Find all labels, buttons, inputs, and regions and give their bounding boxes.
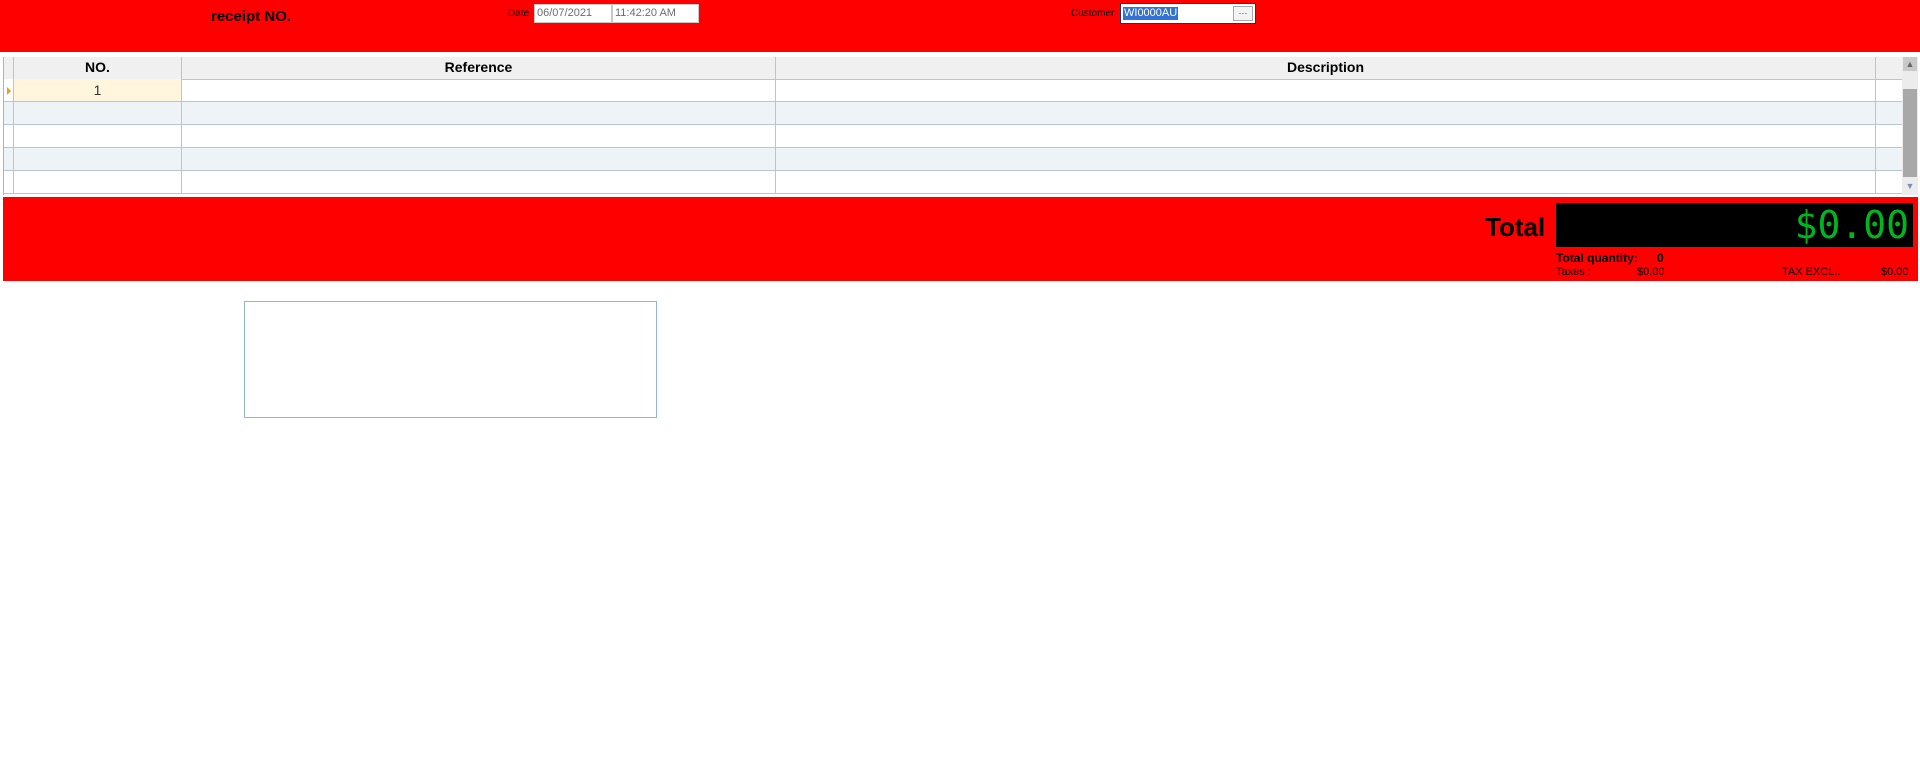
row-indicator[interactable]: [4, 125, 14, 148]
row-indicator[interactable]: [4, 148, 14, 171]
column-header-reference[interactable]: Reference: [182, 57, 776, 80]
total-quantity-value: 0: [1657, 251, 1664, 265]
cell-reference[interactable]: [182, 171, 776, 194]
table-row[interactable]: [4, 171, 1903, 194]
table-row[interactable]: 1: [4, 79, 1903, 102]
taxes-value: $0.00: [1637, 266, 1665, 278]
date-field[interactable]: 06/07/2021: [534, 4, 612, 23]
cell-no[interactable]: 1: [14, 79, 182, 102]
cell-description[interactable]: [776, 102, 1876, 125]
header-indicator-cell: [4, 57, 14, 80]
scroll-thumb[interactable]: [1903, 89, 1917, 177]
tax-excl-label: TAX EXCL.:: [1782, 266, 1841, 278]
cell-extra[interactable]: [1876, 102, 1903, 125]
grid-scrollbar[interactable]: ▲ ▼: [1902, 57, 1918, 195]
customer-label: Customer: [1071, 8, 1115, 19]
items-grid[interactable]: NO. Reference Description 1: [3, 57, 1903, 195]
table-row[interactable]: [4, 102, 1903, 125]
notes-box[interactable]: [244, 301, 657, 418]
cell-extra[interactable]: [1876, 125, 1903, 148]
cell-no[interactable]: [14, 148, 182, 171]
total-amount: $0.00: [1794, 203, 1909, 247]
cell-description[interactable]: [776, 171, 1876, 194]
cell-reference[interactable]: [182, 102, 776, 125]
total-display: $0.00: [1556, 203, 1913, 247]
grid-header-row: NO. Reference Description: [4, 57, 1903, 80]
total-quantity-label: Total quantity:: [1556, 251, 1638, 265]
customer-lookup-button[interactable]: ···: [1233, 6, 1253, 21]
cell-description[interactable]: [776, 79, 1876, 102]
receipt-number-label: receipt NO.: [211, 8, 292, 25]
column-header-description[interactable]: Description: [776, 57, 1876, 80]
time-field[interactable]: 11:42:20 AM: [612, 4, 699, 23]
cell-description[interactable]: [776, 148, 1876, 171]
tax-excl-value: $0.00: [1881, 266, 1909, 278]
customer-field[interactable]: WI0000AU ···: [1120, 3, 1256, 24]
date-label: Date: [508, 8, 530, 19]
column-header-no[interactable]: NO.: [14, 57, 182, 80]
cell-no[interactable]: [14, 102, 182, 125]
cell-extra[interactable]: [1876, 171, 1903, 194]
customer-value[interactable]: WI0000AU: [1123, 7, 1179, 20]
cell-no[interactable]: [14, 171, 182, 194]
scroll-up-arrow-icon[interactable]: ▲: [1903, 57, 1917, 71]
total-label: Total: [1485, 212, 1546, 242]
cell-reference[interactable]: [182, 125, 776, 148]
scroll-down-arrow-icon[interactable]: ▼: [1903, 179, 1917, 193]
table-row[interactable]: [4, 125, 1903, 148]
row-indicator[interactable]: [4, 171, 14, 194]
row-indicator[interactable]: [4, 102, 14, 125]
row-indicator[interactable]: [4, 79, 14, 102]
cell-reference[interactable]: [182, 148, 776, 171]
column-header-extra: [1876, 57, 1903, 80]
cell-no[interactable]: [14, 125, 182, 148]
taxes-label: Taxes :: [1556, 266, 1591, 278]
current-row-arrow-icon: [7, 87, 11, 95]
cell-extra[interactable]: [1876, 148, 1903, 171]
table-row[interactable]: [4, 148, 1903, 171]
cell-extra[interactable]: [1876, 79, 1903, 102]
cell-description[interactable]: [776, 125, 1876, 148]
cell-reference[interactable]: [182, 79, 776, 102]
